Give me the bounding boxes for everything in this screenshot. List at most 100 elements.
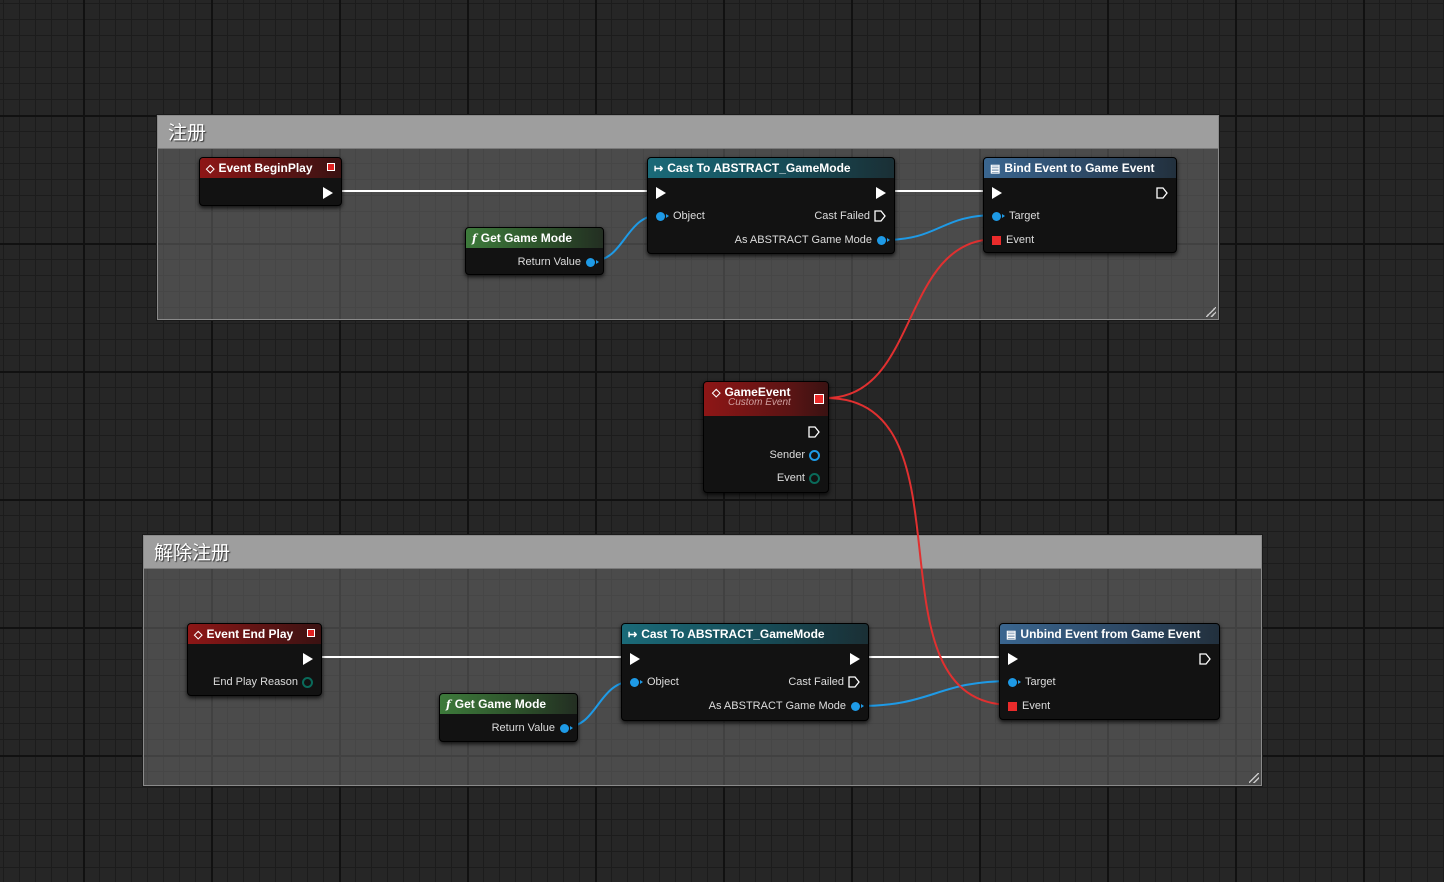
resize-grip-icon[interactable] [1206,307,1216,317]
exec-arrow-icon[interactable] [876,187,886,199]
object-pin-icon[interactable] [809,449,820,461]
node-header[interactable]: f Get Game Mode [466,228,603,248]
exec-outline-icon[interactable] [874,210,886,222]
node-header[interactable]: ◇ Event End Play [188,624,321,644]
call-function-icon: ▤ [1006,628,1017,641]
node-custom-event-gameevent[interactable]: ◇ GameEvent Custom Event Sender Event [703,381,829,493]
exec-arrow-icon[interactable] [1008,653,1018,665]
node-unbind-event[interactable]: ▤ Unbind Event from Game Event Target Ev… [999,623,1220,720]
node-bind-event[interactable]: ▤ Bind Event to Game Event Target Event [983,157,1177,253]
function-f-icon: f [472,231,477,245]
exec-outline-icon[interactable] [808,426,820,438]
as-gamemode-pin[interactable]: As ABSTRACT Game Mode [734,233,890,247]
pin-label: End Play Reason [213,676,298,688]
delegate-pin-icon[interactable] [307,629,315,637]
delegate-pin-icon[interactable] [992,235,1001,245]
delegate-pin-icon[interactable] [814,394,824,404]
return-value-pin[interactable]: Return Value [492,721,573,735]
node-header[interactable]: ◇ Event BeginPlay [200,158,341,178]
pin-label: Sender [769,449,805,461]
exec-arrow-icon[interactable] [303,653,313,665]
exec-arrow-icon[interactable] [850,653,860,665]
node-header[interactable]: ↦ Cast To ABSTRACT_GameMode [622,624,868,644]
node-header[interactable]: ↦ Cast To ABSTRACT_GameMode [648,158,894,178]
comment-title[interactable]: 解除注册 [144,536,1261,569]
pin-label: Object [673,210,705,222]
pin-label: Target [1025,676,1056,688]
delegate-pin-icon[interactable] [1008,701,1017,711]
pin-label: Target [1009,210,1040,222]
event-diamond-icon: ◇ [206,162,215,175]
pin-label: Return Value [517,256,581,268]
cast-failed-pin[interactable]: Cast Failed [788,675,860,689]
pin-label: Event [776,472,805,484]
exec-in-pin[interactable] [656,186,666,200]
event-pin[interactable]: Event [992,233,1034,247]
target-pin[interactable]: Target [992,209,1040,223]
node-title: Cast To ABSTRACT_GameMode [667,161,851,175]
exec-in-pin[interactable] [1008,652,1018,666]
node-title: Event End Play [206,627,294,641]
call-function-icon: ▤ [990,162,1001,175]
object-pin-icon[interactable] [851,701,864,711]
sender-pin[interactable]: Sender [770,448,820,462]
node-cast-to-gamemode[interactable]: ↦ Cast To ABSTRACT_GameMode Object Cast … [647,157,895,254]
event-diamond-icon: ◇ [194,628,203,641]
node-header[interactable]: ▤ Unbind Event from Game Event [1000,624,1219,644]
object-pin-icon[interactable] [630,677,643,687]
pin-label: Object [647,676,679,688]
node-header[interactable]: f Get Game Mode [440,694,577,714]
exec-outline-icon[interactable] [848,676,860,688]
end-play-reason-pin[interactable]: End Play Reason [213,675,313,689]
node-title: Event BeginPlay [218,161,313,175]
node-title: Cast To ABSTRACT_GameMode [641,627,825,641]
resize-grip-icon[interactable] [1249,773,1259,783]
exec-out-pin[interactable] [303,652,313,666]
exec-arrow-icon[interactable] [992,187,1002,199]
exec-out-pin[interactable] [808,425,820,439]
exec-arrow-icon[interactable] [630,653,640,665]
object-pin-icon[interactable] [586,257,599,267]
object-pin-icon[interactable] [877,235,890,245]
object-pin-icon[interactable] [656,211,669,221]
exec-out-pin[interactable] [876,186,886,200]
exec-outline-icon[interactable] [1199,653,1211,665]
node-cast-to-gamemode[interactable]: ↦ Cast To ABSTRACT_GameMode Object Cast … [621,623,869,721]
as-gamemode-pin[interactable]: As ABSTRACT Game Mode [709,699,864,713]
exec-in-pin[interactable] [630,652,640,666]
node-get-game-mode[interactable]: f Get Game Mode Return Value [439,693,578,742]
object-pin[interactable]: Object [630,675,679,689]
node-header[interactable]: ◇ GameEvent Custom Event [704,382,828,416]
comment-title[interactable]: 注册 [158,116,1218,149]
cast-failed-pin[interactable]: Cast Failed [814,209,886,223]
node-get-game-mode[interactable]: f Get Game Mode Return Value [465,227,604,275]
exec-outline-icon[interactable] [1156,187,1168,199]
target-pin[interactable]: Target [1008,675,1056,689]
exec-out-pin[interactable] [850,652,860,666]
return-value-pin[interactable]: Return Value [517,255,599,269]
object-pin-icon[interactable] [560,723,573,733]
node-event-endplay[interactable]: ◇ Event End Play End Play Reason [187,623,322,696]
node-title: Get Game Mode [480,231,573,245]
exec-arrow-icon[interactable] [656,187,666,199]
node-title: Get Game Mode [454,697,547,711]
pin-label: As ABSTRACT Game Mode [734,234,872,246]
exec-out-pin[interactable] [1199,652,1211,666]
exec-out-pin[interactable] [1156,186,1168,200]
struct-pin-icon[interactable] [809,472,820,484]
pin-label: Cast Failed [814,210,870,222]
exec-in-pin[interactable] [992,186,1002,200]
function-f-icon: f [446,697,451,711]
event-pin[interactable]: Event [777,471,820,485]
pin-label: Event [1022,700,1051,712]
node-header[interactable]: ▤ Bind Event to Game Event [984,158,1176,178]
event-pin[interactable]: Event [1008,699,1050,713]
node-event-beginplay[interactable]: ◇ Event BeginPlay [199,157,342,206]
enum-pin-icon[interactable] [302,676,313,688]
object-pin-icon[interactable] [992,211,1005,221]
delegate-pin-icon[interactable] [327,163,335,171]
object-pin[interactable]: Object [656,209,705,223]
exec-arrow-icon[interactable] [323,187,333,199]
object-pin-icon[interactable] [1008,677,1021,687]
exec-out-pin[interactable] [323,186,333,200]
